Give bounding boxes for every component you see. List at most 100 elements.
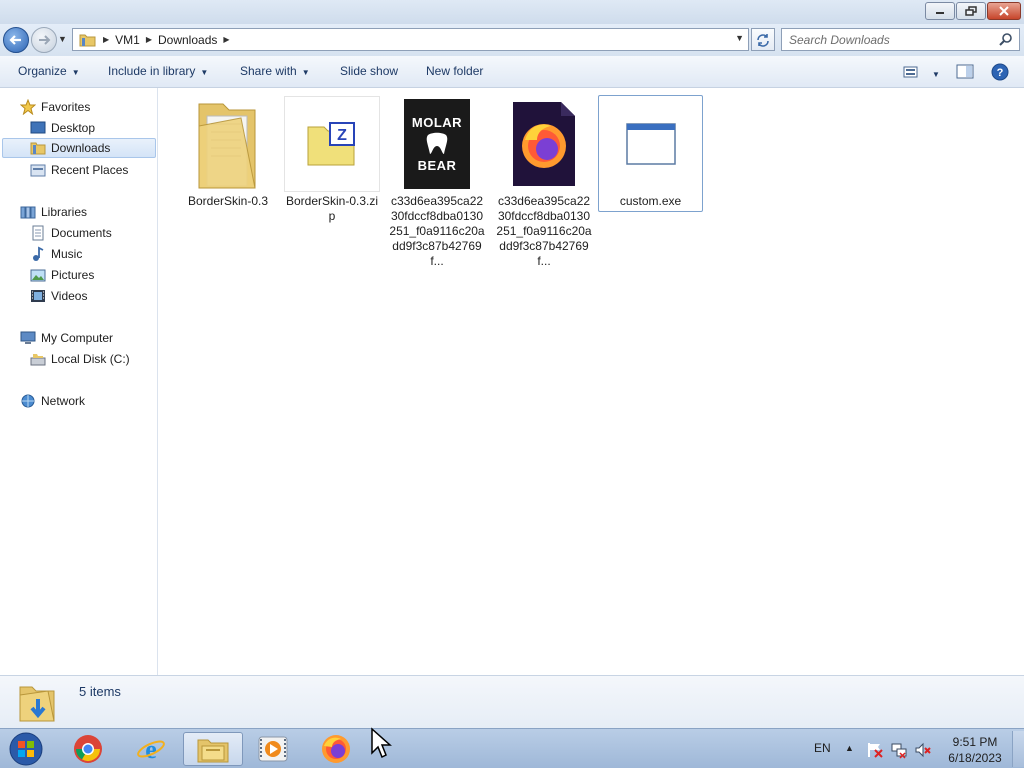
taskbar-internet-explorer[interactable]: e	[123, 732, 179, 766]
chevron-down-icon: ▼	[301, 68, 310, 77]
minimize-button[interactable]	[925, 2, 955, 20]
system-clock[interactable]: 9:51 PM 6/18/2023	[940, 734, 1010, 766]
new-folder-button[interactable]: New folder	[426, 64, 483, 78]
close-button[interactable]	[987, 2, 1021, 20]
computer-icon	[20, 330, 36, 346]
nav-videos[interactable]: Videos	[30, 286, 87, 306]
mouse-cursor-icon	[371, 727, 392, 759]
command-toolbar: Organize ▼ Include in library ▼ Share with…	[0, 56, 1024, 88]
restore-icon	[965, 6, 977, 16]
nav-pictures[interactable]: Pictures	[30, 265, 94, 285]
restore-button[interactable]	[956, 2, 986, 20]
search-icon[interactable]	[998, 32, 1014, 48]
refresh-button[interactable]	[751, 28, 775, 51]
nav-documents[interactable]: Documents	[30, 223, 112, 243]
libraries-icon	[20, 204, 36, 220]
file-item-borderskin-zip[interactable]: Z BorderSkin-0.3.zip	[284, 96, 380, 224]
firefox-file-icon	[496, 96, 592, 192]
svg-text:?: ?	[997, 67, 1004, 79]
nav-desktop[interactable]: Desktop	[30, 118, 95, 138]
taskbar-media-player[interactable]	[245, 732, 301, 766]
star-icon	[20, 99, 36, 115]
close-icon	[999, 6, 1009, 16]
view-options-icon	[903, 66, 918, 78]
forward-button[interactable]	[31, 27, 57, 53]
address-bar[interactable]: ▶ VM1 ▶ Downloads ▶ ▼	[72, 28, 749, 51]
taskbar-file-explorer[interactable]	[183, 732, 243, 766]
search-input[interactable]	[789, 32, 994, 47]
include-in-library-button[interactable]: Include in library ▼	[108, 64, 208, 78]
action-center-flag-icon[interactable]	[866, 741, 884, 759]
pictures-icon	[30, 267, 46, 283]
language-indicator[interactable]: EN	[814, 741, 831, 755]
nav-favorites[interactable]: Favorites	[20, 97, 90, 117]
view-dropdown-arrow[interactable]: ▼	[927, 66, 940, 80]
search-box[interactable]	[781, 28, 1020, 51]
details-pane: 5 items	[0, 675, 1024, 728]
nav-pictures-label: Pictures	[51, 268, 95, 282]
volume-muted-icon[interactable]	[914, 741, 932, 759]
breadcrumb-downloads[interactable]: Downloads	[158, 33, 217, 47]
nav-local-disk[interactable]: Local Disk (C:)	[30, 349, 130, 369]
start-button[interactable]	[0, 732, 52, 766]
network-status-icon[interactable]	[890, 741, 908, 759]
file-name: c33d6ea395ca2230fdccf8dba0130251_f0a9116…	[389, 194, 485, 268]
breadcrumb-separator-icon[interactable]: ▶	[103, 35, 109, 44]
file-list-view[interactable]: BorderSkin-0.3 Z BorderSkin-0.3.zip MOLA…	[159, 88, 1024, 675]
preview-pane-button[interactable]	[956, 64, 974, 83]
nav-network[interactable]: Network	[20, 391, 85, 411]
svg-text:e: e	[145, 735, 157, 764]
chrome-icon	[74, 735, 102, 763]
organize-label: Organize	[18, 64, 67, 78]
media-player-icon	[258, 736, 288, 762]
tooth-icon	[426, 132, 448, 154]
window-title-bar	[0, 0, 1024, 24]
refresh-icon	[757, 33, 769, 47]
navigation-pane: Favorites Desktop Downloads Recent Place…	[0, 88, 158, 675]
nav-libraries-label: Libraries	[41, 205, 88, 219]
address-history-dropdown[interactable]: ▼	[735, 33, 744, 43]
thumb-text-bottom: BEAR	[417, 158, 457, 173]
share-with-button[interactable]: Share with ▼	[240, 64, 310, 78]
chevron-down-icon: ▼	[200, 68, 209, 77]
taskbar-firefox[interactable]	[308, 732, 364, 766]
nav-network-label: Network	[41, 394, 86, 408]
breadcrumb-separator-icon[interactable]: ▶	[223, 35, 229, 44]
recent-pages-dropdown[interactable]: ▼	[58, 34, 67, 44]
file-item-firefox-file[interactable]: c33d6ea395ca2230fdccf8dba0130251_f0a9116…	[496, 96, 592, 269]
nav-local-disk-label: Local Disk (C:)	[51, 352, 130, 366]
help-button[interactable]: ?	[991, 63, 1009, 84]
preview-pane-icon	[956, 64, 974, 79]
clock-date: 6/18/2023	[948, 751, 1002, 765]
application-window-icon	[603, 96, 699, 192]
nav-music-label: Music	[51, 247, 83, 261]
firefox-icon	[322, 735, 350, 763]
file-item-molar-bear-image[interactable]: MOLAR BEAR c33d6ea395ca2230fdccf8dba0130…	[389, 96, 485, 269]
help-icon: ?	[991, 63, 1009, 81]
back-button[interactable]	[3, 27, 29, 53]
nav-libraries[interactable]: Libraries	[20, 202, 87, 222]
nav-my-computer[interactable]: My Computer	[20, 328, 113, 348]
show-hidden-icons-button[interactable]: ▲	[845, 743, 854, 753]
nav-music[interactable]: Music	[30, 244, 82, 264]
file-item-borderskin-folder[interactable]: BorderSkin-0.3	[180, 96, 276, 209]
nav-recent-places[interactable]: Recent Places	[30, 160, 128, 180]
share-with-label: Share with	[240, 64, 297, 78]
address-row: ▼ ▶ VM1 ▶ Downloads ▶ ▼	[0, 24, 1024, 56]
include-in-library-label: Include in library	[108, 64, 196, 78]
forward-arrow-icon	[39, 35, 51, 45]
organize-button[interactable]: Organize ▼	[18, 64, 80, 78]
change-view-button[interactable]	[903, 65, 919, 82]
taskbar: e EN ▲ 9:51 PM 6/18/2023	[0, 727, 1024, 768]
file-item-custom-exe[interactable]: custom.exe	[598, 95, 703, 212]
nav-downloads[interactable]: Downloads	[2, 138, 156, 158]
videos-filmstrip-icon	[30, 288, 46, 304]
file-name: custom.exe	[619, 194, 682, 208]
file-name: BorderSkin-0.3.zip	[285, 194, 379, 223]
taskbar-chrome[interactable]	[60, 732, 116, 766]
breadcrumb-vm1[interactable]: VM1	[115, 33, 140, 47]
show-desktop-button[interactable]	[1012, 731, 1024, 767]
breadcrumb-separator-icon[interactable]: ▶	[146, 35, 152, 44]
nav-videos-label: Videos	[51, 289, 88, 303]
slide-show-button[interactable]: Slide show	[340, 64, 398, 78]
